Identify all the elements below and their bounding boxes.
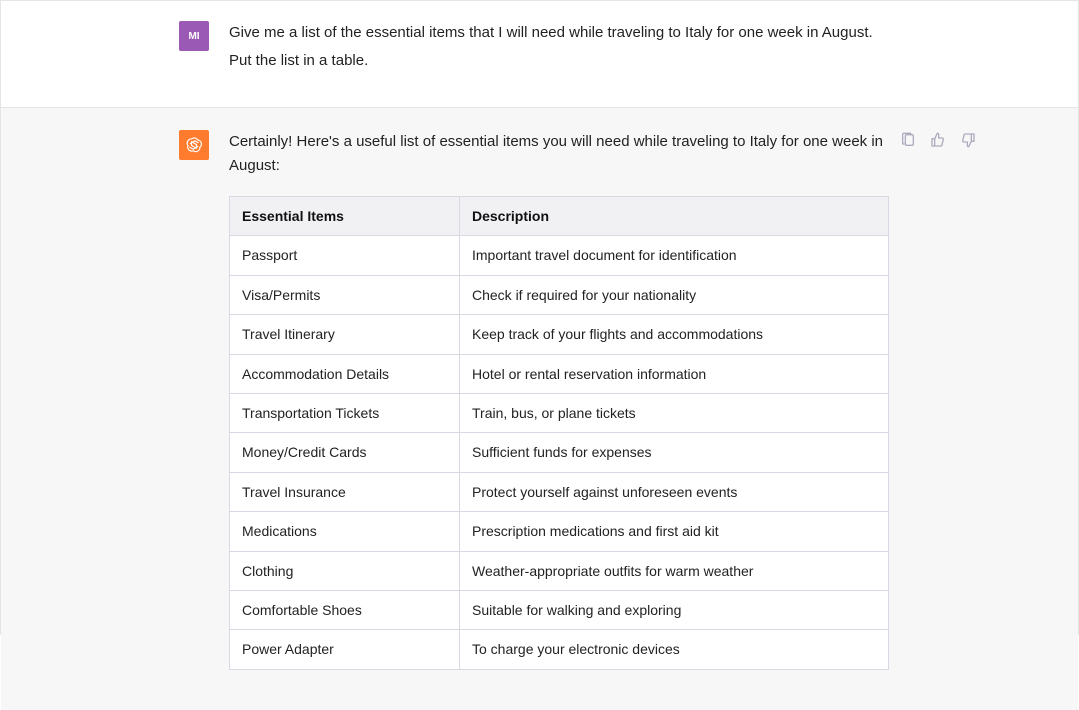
user-avatar-initials: MI (188, 31, 199, 42)
table-row: PassportImportant travel document for id… (230, 236, 889, 275)
cell-description: Weather-appropriate outfits for warm wea… (460, 551, 889, 590)
cell-description: Suitable for walking and exploring (460, 590, 889, 629)
thumbs-down-icon (960, 132, 976, 148)
table-row: Travel InsuranceProtect yourself against… (230, 472, 889, 511)
table-row: Power AdapterTo charge your electronic d… (230, 630, 889, 669)
cell-description: Hotel or rental reservation information (460, 354, 889, 393)
table-header-items: Essential Items (230, 197, 460, 236)
user-message: MI Give me a list of the essential items… (1, 1, 1078, 107)
cell-item: Power Adapter (230, 630, 460, 669)
feedback-actions (898, 130, 978, 150)
cell-description: Train, bus, or plane tickets (460, 393, 889, 432)
table-row: Transportation TicketsTrain, bus, or pla… (230, 393, 889, 432)
assistant-message: Certainly! Here's a useful list of essen… (1, 107, 1078, 710)
cell-item: Clothing (230, 551, 460, 590)
thumbs-up-button[interactable] (928, 130, 948, 150)
user-avatar: MI (179, 21, 209, 51)
table-row: Comfortable ShoesSuitable for walking an… (230, 590, 889, 629)
user-text-line2: Put the list in a table. (229, 49, 889, 73)
cell-item: Travel Insurance (230, 472, 460, 511)
table-header-description: Description (460, 197, 889, 236)
table-row: ClothingWeather-appropriate outfits for … (230, 551, 889, 590)
assistant-intro-text: Certainly! Here's a useful list of essen… (229, 130, 889, 178)
cell-description: Check if required for your nationality (460, 275, 889, 314)
table-row: Accommodation DetailsHotel or rental res… (230, 354, 889, 393)
thumbs-up-icon (930, 132, 946, 148)
assistant-avatar (179, 130, 209, 160)
table-row: Travel ItineraryKeep track of your fligh… (230, 315, 889, 354)
table-row: MedicationsPrescription medications and … (230, 512, 889, 551)
openai-logo-icon (184, 135, 204, 155)
user-message-content: Give me a list of the essential items th… (229, 21, 889, 77)
copy-button[interactable] (898, 130, 918, 150)
table-row: Visa/PermitsCheck if required for your n… (230, 275, 889, 314)
essentials-table: Essential Items Description PassportImpo… (229, 196, 889, 670)
cell-item: Comfortable Shoes (230, 590, 460, 629)
cell-item: Accommodation Details (230, 354, 460, 393)
cell-item: Medications (230, 512, 460, 551)
cell-item: Money/Credit Cards (230, 433, 460, 472)
cell-description: Keep track of your flights and accommoda… (460, 315, 889, 354)
cell-description: Prescription medications and first aid k… (460, 512, 889, 551)
cell-description: Protect yourself against unforeseen even… (460, 472, 889, 511)
cell-item: Visa/Permits (230, 275, 460, 314)
cell-description: Important travel document for identifica… (460, 236, 889, 275)
cell-item: Travel Itinerary (230, 315, 460, 354)
cell-description: Sufficient funds for expenses (460, 433, 889, 472)
table-row: Money/Credit CardsSufficient funds for e… (230, 433, 889, 472)
table-header-row: Essential Items Description (230, 197, 889, 236)
thumbs-down-button[interactable] (958, 130, 978, 150)
cell-description: To charge your electronic devices (460, 630, 889, 669)
assistant-message-content: Certainly! Here's a useful list of essen… (229, 130, 889, 670)
cell-item: Transportation Tickets (230, 393, 460, 432)
clipboard-icon (900, 132, 916, 148)
user-text-line1: Give me a list of the essential items th… (229, 21, 889, 45)
cell-item: Passport (230, 236, 460, 275)
